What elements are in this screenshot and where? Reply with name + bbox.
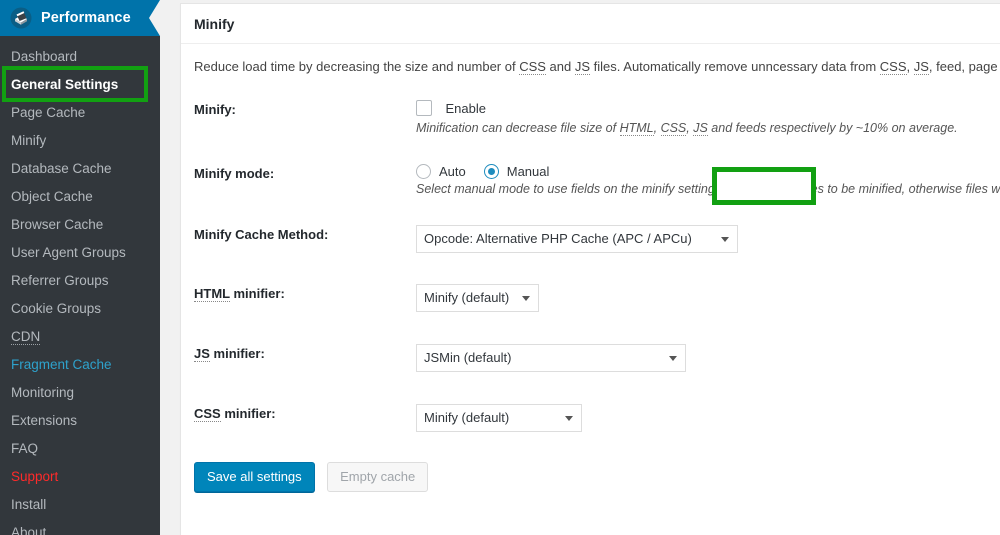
minify-mode-hint: Select manual mode to use fields on the … — [416, 182, 1000, 196]
minify-field-body: Enable Minification can decrease file si… — [416, 100, 1000, 136]
minify-cache-method-label: Minify Cache Method: — [194, 227, 329, 242]
panel-description: Reduce load time by decreasing the size … — [181, 44, 1000, 76]
abbr-css: CSS — [519, 59, 546, 75]
sidebar-item-label: Minify — [11, 133, 47, 148]
css-minifier-select[interactable]: Minify (default) — [416, 404, 582, 432]
field-row-js-minifier: JS minifier: JSMin (default) — [181, 344, 1000, 372]
app-root: Performance Dashboard General Settings Pag… — [0, 0, 1000, 535]
sidebar-item-label: Referrer Groups — [11, 273, 109, 288]
sidebar-item-general-settings[interactable]: General Settings — [0, 71, 160, 99]
field-row-minify-cache-method: Minify Cache Method: Opcode: Alternative… — [181, 225, 1000, 253]
html-minifier-select-wrap: Minify (default) — [416, 284, 539, 312]
sidebar-item-label: General Settings — [11, 77, 119, 92]
abbr-html: HTML — [194, 286, 230, 302]
field-row-minify-mode: Minify mode: Auto Manual Select manual m… — [181, 164, 1000, 205]
minify-hint: Minification can decrease file size of H… — [416, 121, 958, 136]
sidebar-item-label: CDN — [11, 329, 41, 345]
abbr-css: CSS — [194, 406, 221, 422]
minify-cache-method-select[interactable]: Opcode: Alternative PHP Cache (APC / APC… — [416, 225, 738, 253]
minify-label: Minify: — [194, 102, 236, 117]
panel-actions: Save all settings Empty cache — [181, 462, 1000, 492]
sidebar-item-label: Object Cache — [11, 189, 93, 204]
sidebar-item-label: Extensions — [11, 413, 78, 428]
minify-mode-radio-auto[interactable] — [416, 164, 431, 179]
html-minifier-label: HTML minifier: — [194, 286, 285, 302]
sidebar-item-cookie-groups[interactable]: Cookie Groups — [0, 295, 160, 323]
sidebar-item-label: Install — [11, 497, 47, 512]
sidebar-item-label: Dashboard — [11, 49, 78, 64]
css-minifier-field-body: Minify (default) — [416, 404, 1000, 432]
plugin-title: Performance — [41, 10, 131, 26]
panel-description-text: Reduce load time by decreasing the size … — [194, 59, 1000, 75]
sidebar-item-label: Page Cache — [11, 105, 86, 120]
save-all-settings-button[interactable]: Save all settings — [194, 462, 315, 492]
sidebar-item-object-cache[interactable]: Object Cache — [0, 183, 160, 211]
css-minifier-select-wrap: Minify (default) — [416, 404, 582, 432]
minify-mode-label-manual: Manual — [506, 164, 550, 179]
cube-icon — [10, 7, 32, 29]
sidebar-menu: Dashboard General Settings Page Cache Minif… — [0, 36, 160, 535]
sidebar: Performance Dashboard General Settings Pag… — [0, 0, 160, 535]
page-title: Minify — [181, 4, 1000, 44]
minify-mode-manual-highlight-box — [712, 167, 816, 205]
sidebar-item-label: User Agent Groups — [11, 245, 126, 260]
sidebar-plugin-header: Performance — [0, 0, 160, 36]
empty-cache-button[interactable]: Empty cache — [327, 462, 429, 492]
sidebar-item-browser-cache[interactable]: Browser Cache — [0, 211, 160, 239]
minify-enable-line: Enable — [416, 100, 1000, 118]
minify-enable-label: Enable — [445, 101, 486, 116]
sidebar-item-label: Monitoring — [11, 385, 75, 400]
sidebar-item-database-cache[interactable]: Database Cache — [0, 155, 160, 183]
abbr-js: JS — [913, 59, 929, 75]
minify-cache-method-select-wrap: Opcode: Alternative PHP Cache (APC / APC… — [416, 225, 738, 253]
field-row-minify: Minify: Enable Minification can decrease… — [181, 100, 1000, 136]
sidebar-item-user-agent-groups[interactable]: User Agent Groups — [0, 239, 160, 267]
sidebar-item-fragment-cache[interactable]: Fragment Cache — [0, 351, 160, 379]
field-row-html-minifier: HTML minifier: Minify (default) — [181, 284, 1000, 312]
minify-cache-method-field-body: Opcode: Alternative PHP Cache (APC / APC… — [416, 225, 1000, 253]
sidebar-item-label: Database Cache — [11, 161, 112, 176]
sidebar-item-about[interactable]: About — [0, 519, 160, 535]
abbr-css: CSS — [660, 121, 687, 136]
abbr-js: JS — [693, 121, 708, 136]
minify-mode-label: Minify mode: — [194, 166, 275, 181]
abbr-css: CSS — [879, 59, 907, 75]
minify-mode-radio-group: Auto Manual — [416, 164, 1000, 179]
js-minifier-label: JS minifier: — [194, 346, 265, 362]
sidebar-item-label: Cookie Groups — [11, 301, 102, 316]
sidebar-item-cdn[interactable]: CDN — [0, 323, 160, 351]
minify-settings-panel: Minify Reduce load time by decreasing th… — [180, 3, 1000, 535]
sidebar-item-page-cache[interactable]: Page Cache — [0, 99, 160, 127]
minify-mode-radio-manual[interactable] — [483, 164, 499, 179]
sidebar-item-label: Support — [11, 469, 59, 484]
sidebar-item-minify[interactable]: Minify — [0, 127, 160, 155]
css-minifier-label: CSS minifier: — [194, 406, 276, 422]
sidebar-item-label: FAQ — [11, 441, 39, 456]
sidebar-item-referrer-groups[interactable]: Referrer Groups — [0, 267, 160, 295]
sidebar-item-support[interactable]: Support — [0, 463, 160, 491]
html-minifier-field-body: Minify (default) — [416, 284, 1000, 312]
abbr-html: HTML — [619, 121, 654, 136]
js-minifier-select-wrap: JSMin (default) — [416, 344, 686, 372]
sidebar-notch — [149, 0, 160, 36]
sidebar-item-faq[interactable]: FAQ — [0, 435, 160, 463]
sidebar-item-extensions[interactable]: Extensions — [0, 407, 160, 435]
sidebar-item-label: Fragment Cache — [11, 357, 112, 372]
minify-mode-label-auto: Auto — [439, 164, 466, 179]
abbr-js: JS — [194, 346, 210, 362]
js-minifier-select[interactable]: JSMin (default) — [416, 344, 686, 372]
minify-mode-field-body: Auto Manual Select manual mode to use fi… — [416, 164, 1000, 205]
sidebar-item-monitoring[interactable]: Monitoring — [0, 379, 160, 407]
minify-enable-checkbox[interactable] — [416, 100, 432, 116]
sidebar-item-install[interactable]: Install — [0, 491, 160, 519]
sidebar-item-dashboard[interactable]: Dashboard — [0, 43, 160, 71]
js-minifier-field-body: JSMin (default) — [416, 344, 1000, 372]
main-content: Minify Reduce load time by decreasing th… — [160, 0, 1000, 535]
sidebar-item-label: About — [11, 525, 47, 535]
html-minifier-select[interactable]: Minify (default) — [416, 284, 539, 312]
field-row-css-minifier: CSS minifier: Minify (default) — [181, 404, 1000, 432]
sidebar-item-label: Browser Cache — [11, 217, 104, 232]
abbr-js: JS — [574, 59, 591, 75]
